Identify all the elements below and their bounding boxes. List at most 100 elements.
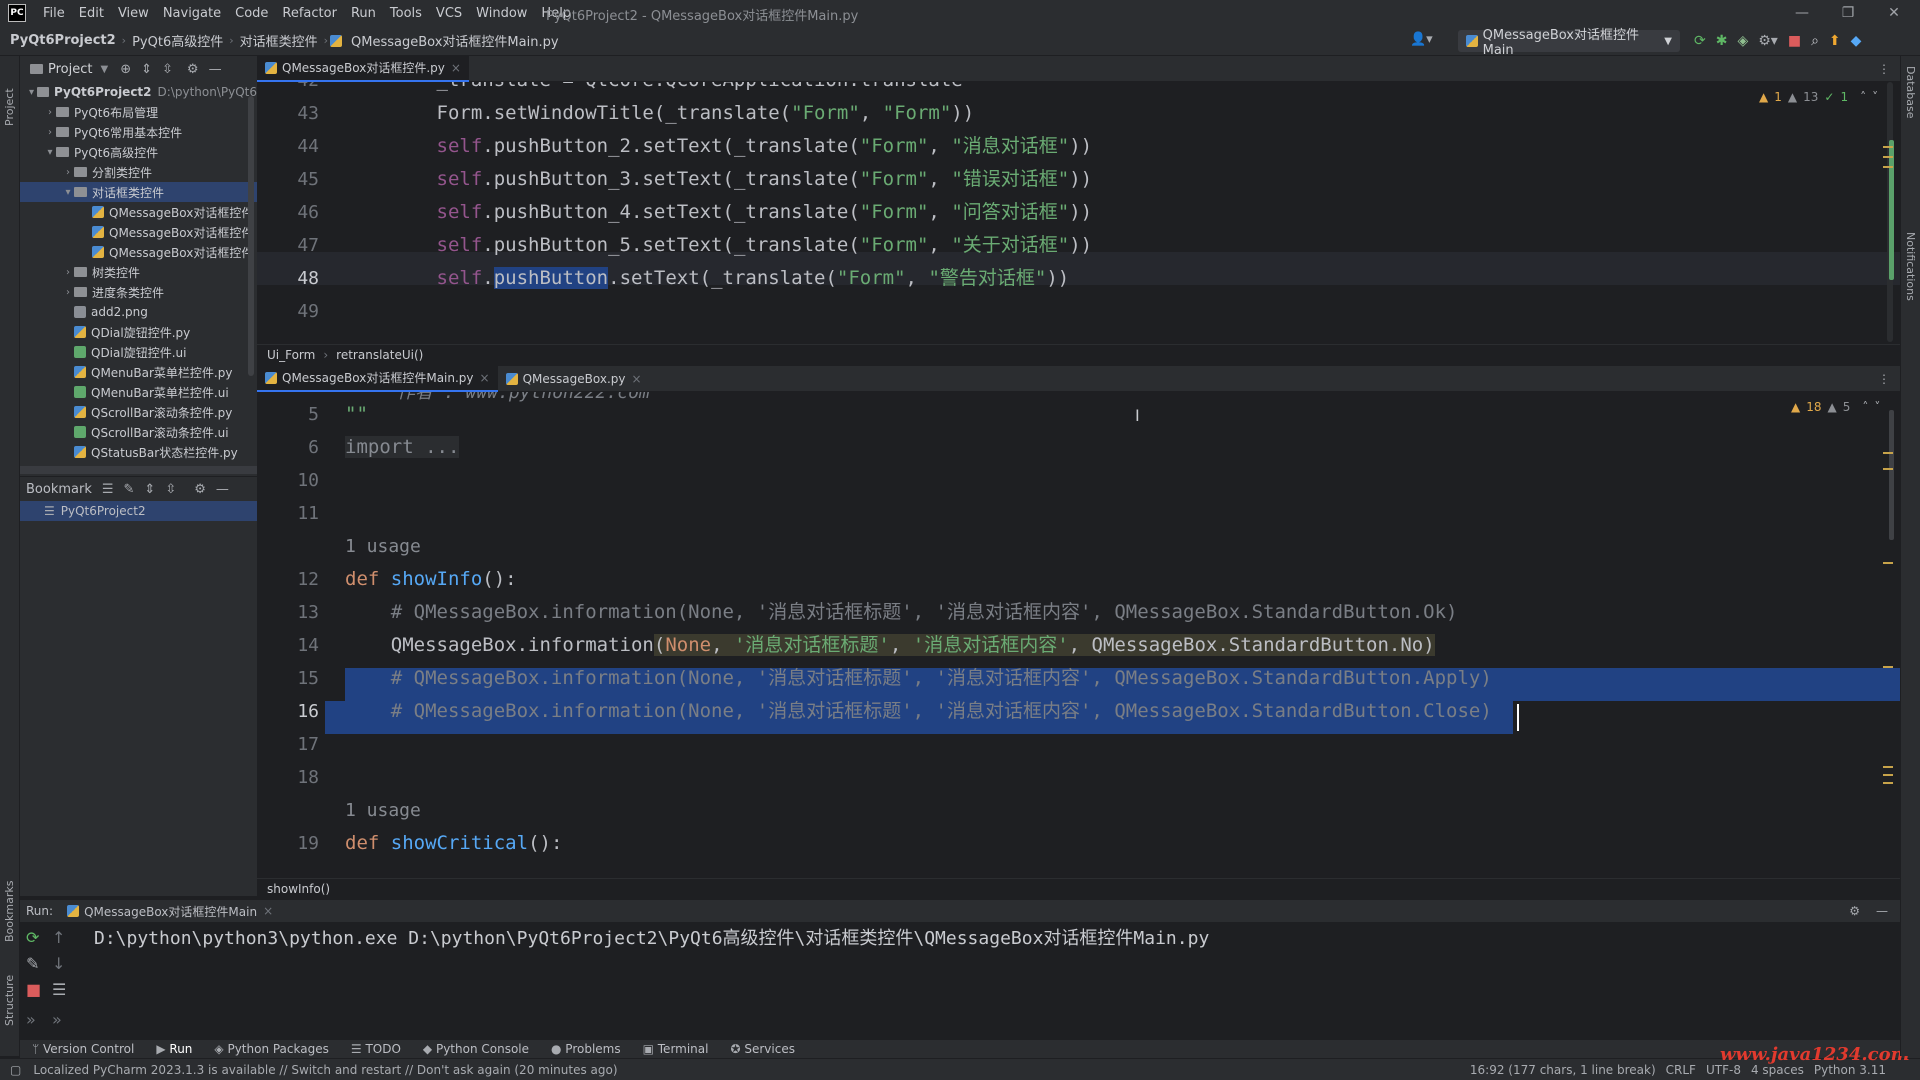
more-tabs-icon[interactable]: ⋮ (1878, 372, 1890, 386)
menu-tools[interactable]: Tools (383, 6, 429, 21)
collapse-all-icon[interactable]: ⇳ (165, 482, 176, 497)
tree-item[interactable]: QMessageBox对话框控件 (20, 202, 257, 222)
breadcrumb-function[interactable]: showInfo() (267, 882, 330, 896)
horizontal-scrollbar[interactable] (20, 466, 257, 474)
menu-code[interactable]: Code (228, 6, 275, 21)
vertical-scrollbar[interactable] (248, 96, 254, 376)
tree-item[interactable]: QMessageBox对话框控件 (20, 242, 257, 262)
tree-item[interactable]: › 进度条类控件 (20, 282, 257, 302)
tree-item[interactable]: › PyQt6布局管理 (20, 102, 257, 122)
hide-panel-icon[interactable]: — (1876, 904, 1888, 918)
notifications-tool-button[interactable]: Notifications (1904, 232, 1917, 301)
tree-item[interactable]: ▾ 对话框类控件 (20, 182, 257, 202)
status-toggle-icon[interactable]: ▢ (10, 1063, 21, 1077)
close-tab-icon[interactable]: × (631, 372, 641, 386)
rerun-icon[interactable]: ⟳ (1694, 33, 1706, 49)
gear-icon[interactable]: ⚙ (194, 482, 206, 497)
tab-qmessagebox-lib[interactable]: QMessageBox.py × (498, 366, 650, 392)
toolwindow-terminal[interactable]: ▣ Terminal (643, 1042, 709, 1056)
run-tab[interactable]: QMessageBox对话框控件Main (84, 903, 257, 920)
hide-panel-icon[interactable]: — (216, 482, 229, 497)
bookmarks-tool-button[interactable]: Bookmarks (3, 862, 16, 942)
breadcrumb-file[interactable]: QMessageBox对话框控件Main.py (347, 31, 563, 50)
menu-vcs[interactable]: VCS (429, 6, 469, 21)
wrench-icon[interactable]: ✎ (26, 954, 39, 973)
scroll-thumb[interactable] (1889, 410, 1894, 540)
tree-item[interactable]: add2.png (20, 302, 257, 322)
stop-icon[interactable]: ■ (1788, 33, 1801, 49)
locate-icon[interactable]: ⊕ (120, 62, 131, 77)
search-icon[interactable]: ⌕ (1811, 33, 1819, 49)
close-tab-icon[interactable]: × (451, 61, 461, 75)
line-separator[interactable]: CRLF (1666, 1063, 1696, 1077)
project-tool-button[interactable]: Project (3, 66, 16, 126)
more-run-icon[interactable]: ⚙▾ (1758, 33, 1778, 49)
toolwindow-python-packages[interactable]: ◈ Python Packages (214, 1042, 328, 1056)
breadcrumb-subfolder[interactable]: 对话框类控件 (236, 31, 322, 50)
hide-panel-icon[interactable]: — (209, 62, 222, 77)
tree-item[interactable]: › 树类控件 (20, 262, 257, 282)
code-area-bottom[interactable]: 作者 : www.python222.com 5 6 10 11 12 13 14 15 16 1… (257, 392, 1900, 878)
run-console-output[interactable]: D:\python\python3\python.exe D:\python\P… (94, 924, 1209, 950)
arrow-up-icon[interactable]: ↑ (52, 928, 65, 947)
chevron-down-icon[interactable]: ▼ (100, 64, 108, 75)
tree-item[interactable]: QStatusBar状态栏控件.py (20, 442, 257, 462)
collapse-all-icon[interactable]: ⇳ (162, 62, 173, 77)
toolwindow-services[interactable]: ✪ Services (730, 1042, 794, 1056)
menu-edit[interactable]: Edit (72, 6, 111, 21)
expand-icon[interactable]: » (26, 1010, 36, 1029)
database-tool-button[interactable]: Database (1904, 66, 1917, 119)
tree-item[interactable]: › PyQt6常用基本控件 (20, 122, 257, 142)
debug-icon[interactable]: ✱ (1716, 33, 1728, 49)
gear-icon[interactable]: ⚙ (1849, 904, 1860, 918)
caret-position[interactable]: 16:92 (177 chars, 1 line break) (1470, 1063, 1656, 1077)
expand-all-icon[interactable]: ⇕ (141, 62, 152, 77)
breadcrumb-folder[interactable]: PyQt6高级控件 (128, 31, 227, 50)
menu-navigate[interactable]: Navigate (156, 6, 228, 21)
arrow-down-icon[interactable]: ↓ (52, 954, 65, 973)
tree-item[interactable]: ▾ PyQt6高级控件 (20, 142, 257, 162)
tab-qmessagebox-py[interactable]: QMessageBox对话框控件.py × (257, 55, 469, 82)
gear-icon[interactable]: ⚙ (187, 62, 199, 77)
toolwindow-version-control[interactable]: ᛘ Version Control (32, 1042, 134, 1056)
menu-window[interactable]: Window (469, 6, 534, 21)
toolwindow-todo[interactable]: ☰ TODO (351, 1042, 401, 1056)
list-icon[interactable]: ☰ (102, 482, 114, 497)
tree-item[interactable]: QScrollBar滚动条控件.py (20, 402, 257, 422)
more-tabs-icon[interactable]: ⋮ (1878, 62, 1890, 76)
expand-icon[interactable]: » (52, 1010, 62, 1029)
run-configuration-selector[interactable]: QMessageBox对话框控件Main ▼ (1458, 28, 1680, 58)
structure-tool-button[interactable]: Structure (3, 956, 16, 1026)
code-area-top[interactable]: 42 43 44 45 46 47 48 49 _translate = QtC… (257, 82, 1900, 344)
toolwindow-problems[interactable]: ● Problems (551, 1042, 621, 1056)
tree-item[interactable]: QMessageBox对话框控件 (20, 222, 257, 242)
tree-item[interactable]: QScrollBar滚动条控件.ui (20, 422, 257, 442)
tree-item[interactable]: QMenuBar菜单栏控件.py (20, 362, 257, 382)
tree-item[interactable]: › 分割类控件 (20, 162, 257, 182)
status-message[interactable]: Localized PyCharm 2023.1.3 is available … (33, 1063, 617, 1077)
close-tab-icon[interactable]: × (480, 371, 490, 385)
tree-root[interactable]: ▾ PyQt6Project2 D:\python\PyQt6 (20, 82, 257, 102)
expand-all-icon[interactable]: ⇕ (144, 482, 155, 497)
tab-main-py[interactable]: QMessageBox对话框控件Main.py × (257, 365, 498, 392)
breadcrumb-project[interactable]: PyQt6Project2 (6, 33, 120, 48)
tree-item[interactable]: QDial旋钮控件.ui (20, 342, 257, 362)
breadcrumb-method[interactable]: retranslateUi() (336, 348, 423, 362)
rerun-icon[interactable]: ⟳ (26, 928, 39, 947)
menu-file[interactable]: File (36, 6, 72, 21)
toolwindow-run[interactable]: ▶ Run (156, 1042, 192, 1056)
tree-item[interactable]: QMenuBar菜单栏控件.ui (20, 382, 257, 402)
jetbrains-logo-icon[interactable]: ◆ (1851, 33, 1862, 49)
bookmark-item[interactable]: ☰ PyQt6Project2 (20, 501, 257, 521)
menu-view[interactable]: View (111, 6, 156, 21)
update-icon[interactable]: ⬆ (1829, 33, 1841, 49)
user-icon[interactable]: 👤▾ (1410, 32, 1433, 47)
stop-icon[interactable]: ■ (26, 980, 41, 999)
breadcrumb-class[interactable]: Ui_Form (267, 348, 315, 362)
menu-refactor[interactable]: Refactor (275, 6, 344, 21)
tree-item[interactable]: QDial旋钮控件.py (20, 322, 257, 342)
minimize-icon[interactable]: — (1782, 2, 1822, 24)
bookmarks-title[interactable]: Bookmark (26, 482, 92, 497)
menu-run[interactable]: Run (344, 6, 383, 21)
soft-wrap-icon[interactable]: ☰ (52, 980, 66, 999)
